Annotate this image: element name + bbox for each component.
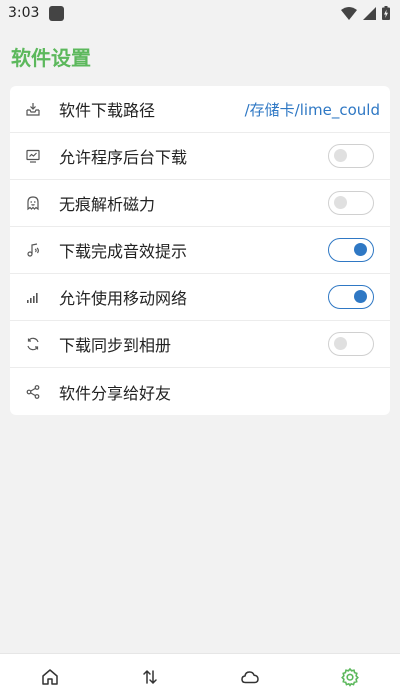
toggle-knob (334, 149, 347, 162)
transfer-icon (143, 669, 157, 685)
download-sound-toggle[interactable] (328, 238, 374, 262)
download-path-value: /存储卡/lime_could (244, 100, 380, 119)
wifi-icon (341, 6, 357, 20)
background-download-toggle[interactable] (328, 144, 374, 168)
toggle-knob (334, 337, 347, 350)
setting-label: 软件下载路径 (59, 101, 156, 120)
bottom-nav (0, 653, 400, 700)
toggle-knob (354, 243, 367, 256)
battery-charging-icon (382, 6, 390, 20)
header: 软件设置 (0, 26, 400, 86)
monitor-chart-icon (24, 147, 42, 165)
toggle-knob (334, 196, 347, 209)
settings-card: 软件下载路径 /存储卡/lime_could 允许程序后台下载 无痕解析磁力 下… (10, 86, 390, 415)
setting-label: 软件分享给好友 (59, 383, 172, 403)
cloud-icon (241, 671, 259, 684)
setting-download-sound: 下载完成音效提示 (10, 227, 390, 274)
sync-album-toggle[interactable] (328, 332, 374, 356)
nav-home[interactable] (30, 657, 70, 697)
mobile-network-toggle[interactable] (328, 285, 374, 309)
app-icon (49, 5, 65, 21)
setting-incognito-magnet: 无痕解析磁力 (10, 180, 390, 227)
status-right (341, 6, 390, 20)
download-tray-icon (24, 100, 42, 118)
setting-label: 允许程序后台下载 (59, 148, 188, 167)
page-title: 软件设置 (11, 45, 91, 70)
settings-gear-icon (341, 667, 359, 687)
setting-mobile-network: 允许使用移动网络 (10, 274, 390, 321)
nav-cloud[interactable] (230, 657, 270, 697)
setting-sync-album: 下载同步到相册 (10, 321, 390, 368)
status-left: 3:03 (8, 5, 65, 21)
music-note-icon (24, 241, 42, 259)
toggle-knob (354, 290, 367, 303)
setting-label: 允许使用移动网络 (59, 289, 188, 308)
setting-label: 无痕解析磁力 (59, 195, 156, 214)
nav-transfer[interactable] (130, 657, 170, 697)
sync-icon (24, 335, 42, 353)
nav-settings[interactable] (330, 657, 370, 697)
setting-label: 下载同步到相册 (59, 336, 172, 355)
setting-background-download: 允许程序后台下载 (10, 133, 390, 180)
status-bar: 3:03 (0, 0, 400, 26)
signal-bars-icon (24, 288, 42, 306)
home-icon (42, 669, 58, 685)
setting-label: 下载完成音效提示 (59, 242, 188, 261)
incognito-magnet-toggle[interactable] (328, 191, 374, 215)
setting-share-app[interactable]: 软件分享给好友 (10, 368, 390, 415)
setting-download-path[interactable]: 软件下载路径 /存储卡/lime_could (10, 86, 390, 133)
share-icon (24, 383, 42, 401)
ghost-icon (24, 194, 42, 212)
status-time: 3:03 (8, 5, 40, 21)
signal-icon (363, 6, 376, 20)
